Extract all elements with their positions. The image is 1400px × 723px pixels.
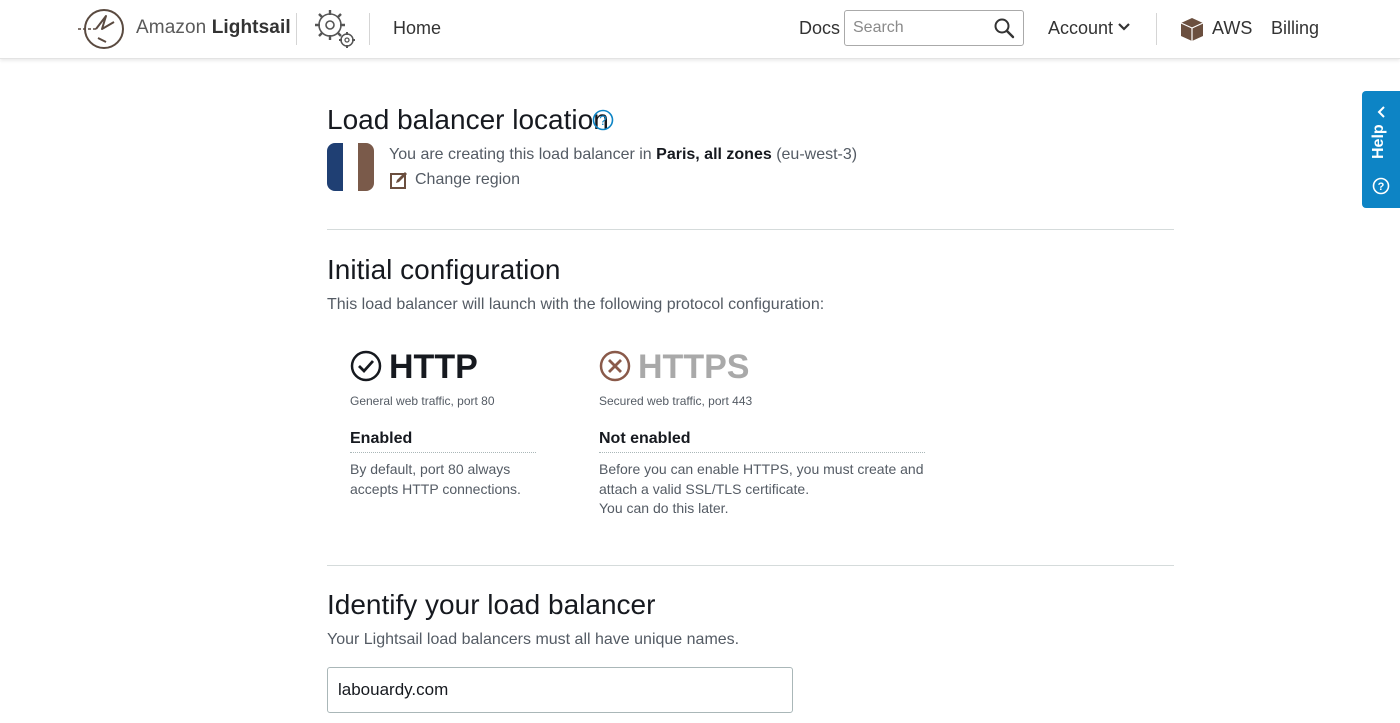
chevron-left-icon (1377, 106, 1385, 118)
note-line: You can do this later. (599, 500, 729, 516)
flag-stripe (327, 143, 343, 191)
note-line: By default, port 80 always (350, 461, 511, 477)
protocol-note: Before you can enable HTTPS, you must cr… (599, 460, 939, 519)
location-title: Load balancer location (327, 104, 609, 135)
flag-stripe (342, 143, 359, 191)
france-flag-icon (327, 143, 374, 191)
region-code: (eu-west-3) (771, 146, 858, 163)
protocol-note: By default, port 80 always accepts HTTP … (350, 460, 550, 499)
divider (1156, 13, 1157, 45)
identify-title: Identify your load balancer (327, 589, 656, 620)
protocol-description: Secured web traffic, port 443 (599, 394, 753, 408)
note-line: accepts HTTP connections. (350, 480, 521, 497)
nav-aws-link[interactable]: AWS (1212, 18, 1252, 39)
check-circle-icon (350, 350, 382, 382)
protocol-description: General web traffic, port 80 (350, 394, 495, 408)
protocol-status: Not enabled (599, 430, 691, 447)
protocol-name: HTTP (389, 348, 478, 386)
help-panel-tab[interactable]: Help ? (1362, 91, 1400, 208)
section-divider (327, 229, 1174, 230)
region-name: Paris, all zones (656, 146, 772, 163)
info-question-icon[interactable]: ? (592, 109, 614, 131)
dotted-divider (350, 452, 536, 453)
nav-billing-link[interactable]: Billing (1271, 18, 1319, 39)
note-line: Before you can enable HTTPS, you must cr… (599, 461, 924, 477)
aws-cube-icon[interactable] (1179, 16, 1205, 42)
x-circle-icon (599, 350, 631, 382)
brand-bold: Lightsail (211, 17, 291, 38)
change-region-label: Change region (415, 171, 520, 189)
help-label: Help (1370, 124, 1387, 159)
chevron-down-icon[interactable] (1117, 22, 1131, 32)
divider (369, 13, 370, 45)
svg-text:?: ? (599, 112, 607, 128)
brand-name[interactable]: Amazon Lightsail (136, 17, 291, 39)
note-line: attach a valid SSL/TLS certificate. (599, 480, 810, 497)
settings-gear-icon[interactable] (310, 6, 358, 52)
search-input[interactable] (845, 11, 993, 45)
flag-stripe (358, 143, 374, 191)
brand-prefix: Amazon (136, 17, 212, 38)
location-prefix: You are creating this load balancer in (389, 146, 657, 163)
search-box (844, 10, 1024, 46)
protocol-status: Enabled (350, 430, 413, 447)
nav-account-link[interactable]: Account (1048, 18, 1113, 39)
search-icon[interactable] (993, 17, 1015, 39)
nav-docs-link[interactable]: Docs (799, 18, 840, 39)
identify-subtitle: Your Lightsail load balancers must all h… (327, 631, 740, 648)
divider (296, 13, 297, 45)
dotted-divider (599, 452, 925, 453)
initial-config-title: Initial configuration (327, 254, 561, 285)
help-question-icon: ? (1372, 177, 1390, 195)
edit-icon (390, 172, 407, 189)
location-description: You are creating this load balancer in P… (389, 146, 857, 164)
section-divider (327, 565, 1174, 566)
load-balancer-name-input[interactable] (327, 667, 793, 713)
svg-text:?: ? (1378, 181, 1385, 193)
lightsail-logo-icon[interactable] (76, 8, 126, 50)
top-navigation: Amazon Lightsail Home Docs Account AWS B… (0, 0, 1400, 59)
initial-config-subtitle: This load balancer will launch with the … (327, 296, 825, 313)
change-region-link[interactable]: Change region (389, 170, 520, 190)
nav-home-link[interactable]: Home (393, 18, 441, 39)
protocol-name: HTTPS (638, 348, 750, 386)
